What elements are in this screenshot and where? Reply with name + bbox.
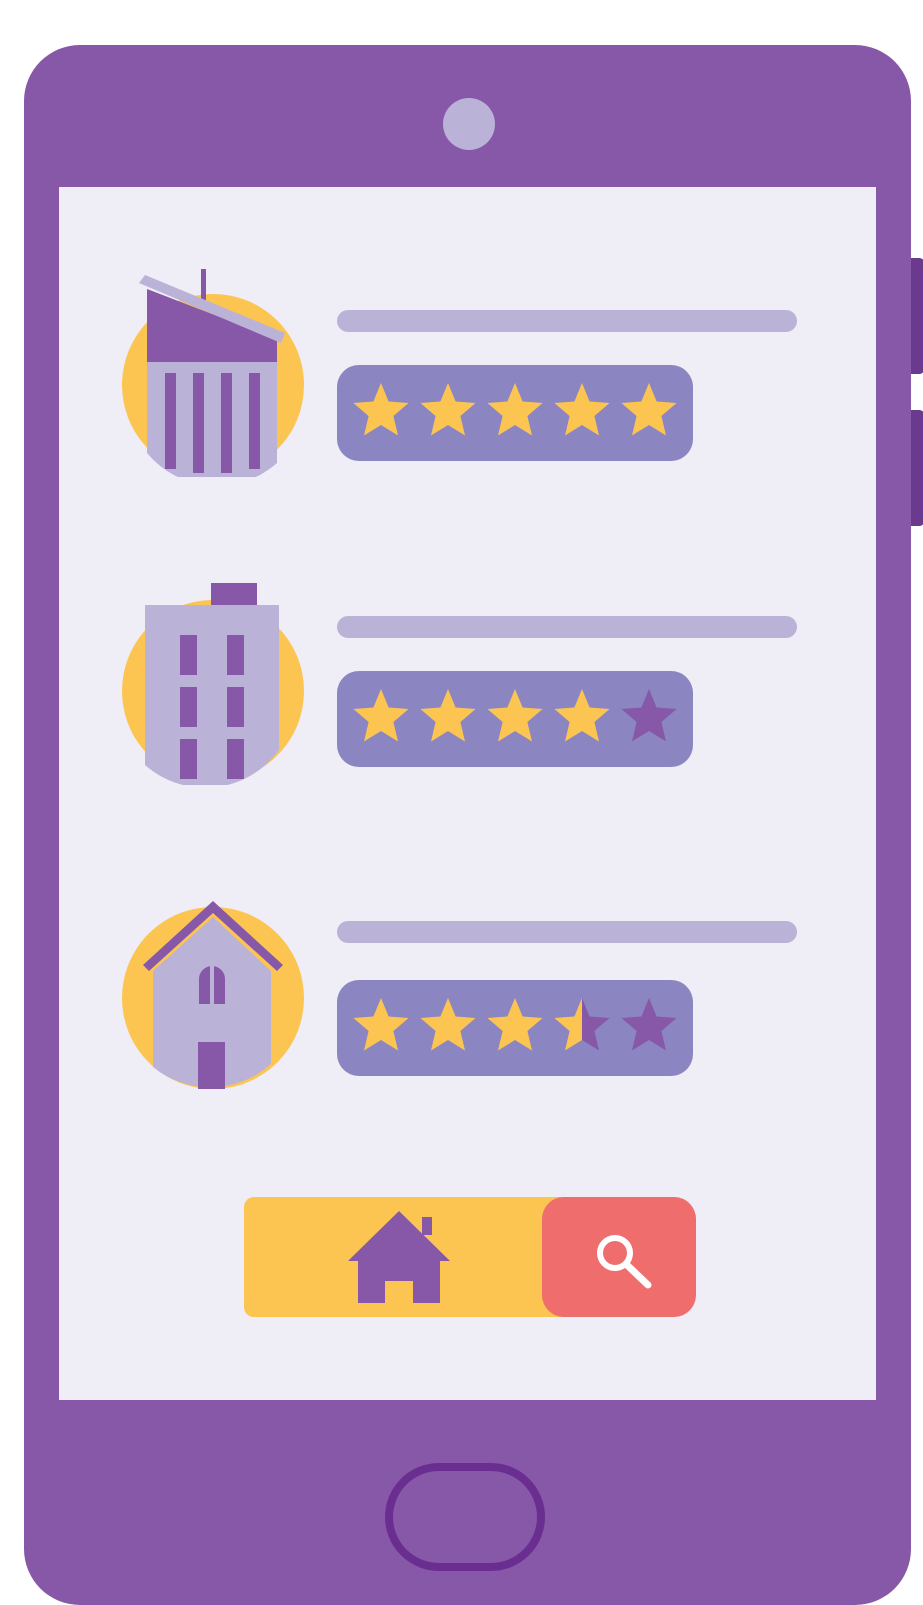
apartment-building-icon (115, 575, 315, 785)
star-icon (621, 689, 677, 742)
star-rating (337, 365, 693, 461)
star-icon (353, 383, 409, 436)
house-icon (115, 899, 315, 1109)
home-hardware-button[interactable] (385, 1463, 545, 1571)
office-building-icon (115, 267, 315, 477)
star-icon (353, 998, 409, 1051)
search-icon (597, 1235, 652, 1289)
listing-title-placeholder (337, 310, 797, 332)
star-icon (420, 383, 476, 436)
home-button[interactable] (244, 1197, 564, 1317)
listing-item[interactable] (59, 575, 876, 785)
star-icon (487, 383, 543, 436)
front-camera (443, 98, 495, 150)
listing-title-placeholder (337, 616, 797, 638)
star-icon (487, 998, 543, 1051)
phone-screen (59, 187, 876, 1400)
star-icon (554, 998, 610, 1051)
home-icon (348, 1211, 450, 1303)
star-icon (420, 689, 476, 742)
volume-up-button[interactable] (911, 258, 923, 374)
star-rating (337, 671, 693, 767)
star-icon (554, 383, 610, 436)
listing-item[interactable] (59, 267, 876, 477)
star-icon (487, 689, 543, 742)
star-icon (621, 998, 677, 1051)
volume-down-button[interactable] (911, 410, 923, 526)
listing-item[interactable] (59, 899, 876, 1109)
star-rating (337, 980, 693, 1076)
star-icon (420, 998, 476, 1051)
listing-title-placeholder (337, 921, 797, 943)
bottom-navigation (244, 1197, 696, 1317)
star-icon (353, 689, 409, 742)
search-button[interactable] (542, 1197, 696, 1317)
star-icon (621, 383, 677, 436)
star-icon (554, 689, 610, 742)
